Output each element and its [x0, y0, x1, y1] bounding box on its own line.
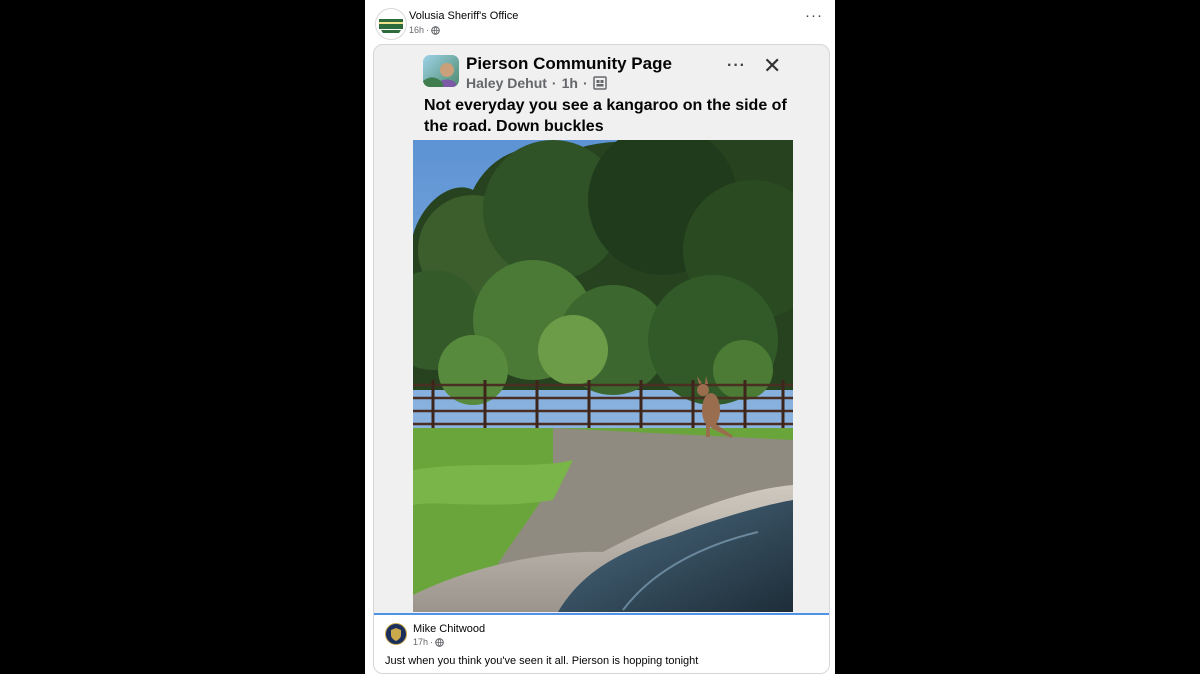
shared-meta: Haley Dehut · 1h · [466, 75, 607, 91]
comment-separator: · [430, 637, 434, 647]
group-name: Pierson Community Page [466, 54, 672, 73]
comment-avatar [385, 623, 407, 645]
group-avatar [423, 55, 459, 87]
group-photo-icon [423, 63, 457, 87]
shared-separator: · [551, 75, 557, 91]
meta-separator: · [426, 25, 430, 35]
shared-author: Haley Dehut [466, 75, 547, 91]
shared-more-icon: ··· [727, 57, 746, 74]
group-icon [592, 76, 607, 90]
shared-screenshot-card: Pierson Community Page Haley Dehut · 1h … [373, 44, 830, 674]
kangaroo-scene-image [413, 140, 793, 612]
comment-text: Just when you think you've seen it all. … [385, 655, 699, 667]
comment-author: Mike Chitwood [413, 623, 486, 635]
facebook-post: Volusia Sheriff's Office 16h · ··· Piers… [365, 0, 835, 674]
sheriff-logo-icon [379, 19, 403, 33]
post-meta: 16h · [409, 25, 440, 35]
shared-time: 1h [561, 75, 578, 91]
shared-separator-2: · [582, 75, 588, 91]
comment-area: Mike Chitwood 17h · Just when you think … [374, 613, 829, 673]
post-more-button[interactable]: ··· [805, 8, 823, 23]
badge-icon [391, 628, 401, 641]
post-time[interactable]: 16h [409, 25, 424, 35]
close-icon: ✕ [763, 53, 782, 78]
kangaroo-photo[interactable] [413, 140, 793, 612]
comment-meta: 17h · [413, 637, 444, 647]
page-name-link[interactable]: Volusia Sheriff's Office [409, 10, 518, 22]
page-avatar[interactable] [375, 8, 407, 40]
globe-icon [435, 637, 444, 647]
globe-icon [431, 25, 440, 35]
comment-time: 17h [413, 637, 429, 647]
shared-post-text: Not everyday you see a kangaroo on the s… [424, 97, 787, 135]
